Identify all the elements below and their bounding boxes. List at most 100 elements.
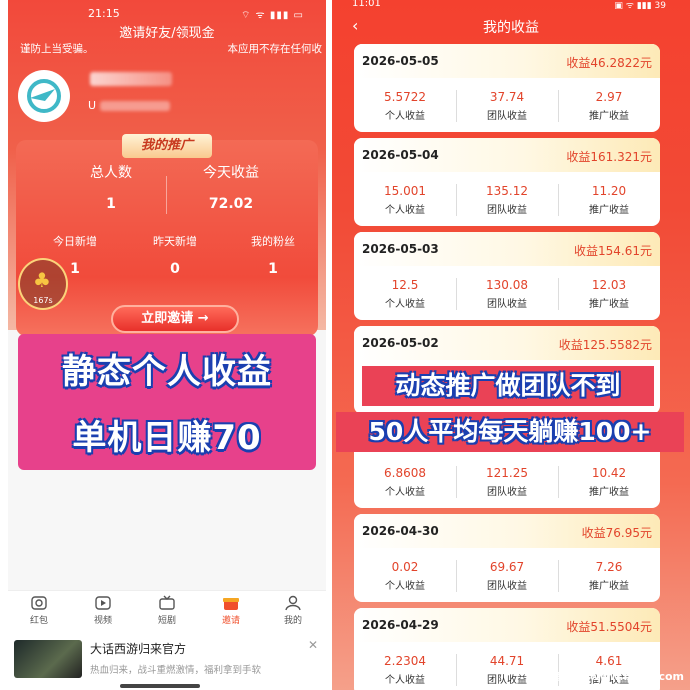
reward-countdown: 167s — [33, 296, 53, 305]
earnings-page-phone: 11:01 ▣ ᯤ ▮▮▮ 39 ‹ 我的收益 2026-05-05 收益46.… — [332, 0, 690, 690]
tab-label: 短剧 — [157, 616, 176, 626]
invite-page-phone: 21:15 ⌔ ᯤ ▮▮▮ ▭ 邀请好友/领现金 谨防上当受骗。 本应用不存在任… — [8, 0, 326, 690]
cell-label: 推广收益 — [589, 299, 629, 310]
cell-label: 推广收益 — [589, 111, 629, 122]
uid-blurred — [100, 101, 170, 111]
personal-income: 5.5722 个人收益 — [354, 90, 456, 122]
gift-icon — [223, 598, 239, 610]
cell-value: 4.61 — [595, 654, 623, 668]
promotion-card: 我的推广 总人数 1 今天收益 72.02 今日新增 1 昨天新增 0 我的粉丝… — [16, 134, 318, 336]
stat-value: 1 — [268, 261, 278, 277]
cell-label: 个人收益 — [385, 581, 425, 592]
card-date: 2026-05-05 — [362, 54, 439, 68]
cell-value: 130.08 — [486, 278, 528, 292]
cell-value: 11.20 — [591, 184, 627, 198]
avatar[interactable] — [18, 70, 70, 122]
stat-value: 0 — [170, 261, 180, 277]
tree-icon: ♣ — [33, 268, 51, 292]
promo-income: 7.26 推广收益 — [558, 560, 660, 592]
cell-label: 团队收益 — [487, 111, 527, 122]
status-icons: ⌔ ᯤ ▮▮▮ ▭ — [240, 10, 304, 21]
personal-income: 6.8608 个人收益 — [354, 466, 456, 498]
page-title: 我的收益 — [483, 20, 539, 36]
cell-label: 个人收益 — [385, 299, 425, 310]
uid-prefix: U — [88, 99, 97, 112]
card-date: 2026-05-03 — [362, 242, 439, 256]
earnings-card[interactable]: 2026-05-03 收益154.61元 12.5 个人收益 130.08 团队收益… — [354, 232, 660, 320]
tab-video[interactable]: 视频 — [78, 595, 128, 626]
cell-value: 69.67 — [489, 560, 525, 574]
earnings-card[interactable]: 2026-05-04 收益161.321元 15.001 个人收益 135.12 团… — [354, 138, 660, 226]
ad-banner[interactable]: 大话西游归来官方 热血归来，战斗重燃激情，福利拿到手软 ✕ — [8, 630, 326, 690]
notice-text-left: 谨防上当受骗。 — [20, 43, 94, 55]
cell-value: 12.5 — [391, 278, 419, 292]
stat-label: 总人数 — [90, 165, 132, 181]
stat-label: 今日新增 — [53, 235, 97, 248]
personal-income: 12.5 个人收益 — [354, 278, 456, 310]
site-watermark: 586首码网 www.b586.com — [529, 670, 684, 683]
username-blurred — [90, 72, 172, 86]
status-icons: ▣ ᯤ ▮▮▮ 39 — [614, 1, 666, 11]
tab-invite[interactable]: 邀请 — [206, 595, 256, 626]
team-income: 130.08 团队收益 — [456, 278, 558, 310]
notice-text-right: 本应用不存在任何收 — [227, 43, 323, 55]
floating-reward-widget[interactable]: ♣ 167s — [18, 258, 68, 310]
cell-value: 12.03 — [591, 278, 627, 292]
tab-label: 邀请 — [221, 616, 240, 626]
team-income: 69.67 团队收益 — [456, 560, 558, 592]
stat-label: 今天收益 — [203, 165, 259, 181]
cell-label: 个人收益 — [385, 487, 425, 498]
cell-value: 121.25 — [486, 466, 528, 480]
card-total: 收益51.5504元 — [566, 620, 652, 634]
promo-income: 10.42 推广收益 — [558, 466, 660, 498]
card-date: 2026-05-04 — [362, 148, 439, 162]
close-icon[interactable]: ✕ — [308, 638, 318, 652]
status-bar: 21:15 ⌔ ᯤ ▮▮▮ ▭ — [8, 6, 326, 22]
card-total: 收益161.321元 — [566, 150, 652, 164]
banner-line: 静态个人收益 — [62, 352, 272, 392]
cell-value: 5.5722 — [384, 90, 426, 104]
stat-today-income: 今天收益 72.02 — [171, 162, 291, 212]
personal-income: 2.2304 个人收益 — [354, 654, 456, 686]
status-bar: 11:01 ▣ ᯤ ▮▮▮ 39 — [332, 0, 690, 12]
cell-value: 7.26 — [595, 560, 623, 574]
stat-total-people: 总人数 1 — [56, 162, 166, 212]
cell-label: 团队收益 — [487, 205, 527, 216]
cell-value: 0.02 — [391, 560, 419, 574]
tab-red-packet[interactable]: 红包 — [14, 595, 64, 626]
cell-label: 个人收益 — [385, 111, 425, 122]
card-total: 收益125.5582元 — [558, 338, 652, 352]
cell-value: 6.8608 — [384, 466, 426, 480]
cell-value: 2.97 — [595, 90, 623, 104]
promo-income: 12.03 推广收益 — [558, 278, 660, 310]
team-income: 37.74 团队收益 — [456, 90, 558, 122]
cell-label: 团队收益 — [487, 581, 527, 592]
tab-label: 我的 — [283, 616, 302, 626]
banner-line: 单机日赚70 — [72, 418, 262, 458]
earnings-card[interactable]: 2026-05-05 收益46.2822元 5.5722 个人收益 37.74 团队… — [354, 44, 660, 132]
stat-label: 我的粉丝 — [251, 235, 295, 248]
play-icon — [95, 596, 111, 610]
invite-now-button[interactable]: 立即邀请 → — [111, 305, 239, 333]
cell-value: 2.2304 — [384, 654, 426, 668]
stat-yesterday-new: 昨天新增 0 — [130, 233, 220, 277]
personal-income: 15.001 个人收益 — [354, 184, 456, 216]
tv-icon — [159, 595, 175, 610]
bottom-tab-bar: 红包 视频 短剧 邀请 我的 — [8, 590, 326, 630]
cell-value: 135.12 — [486, 184, 528, 198]
card-date: 2026-04-29 — [362, 618, 439, 632]
personal-income: 0.02 个人收益 — [354, 560, 456, 592]
stat-value: 72.02 — [208, 196, 254, 212]
team-income: 121.25 团队收益 — [456, 466, 558, 498]
status-time: 11:01 — [352, 0, 381, 9]
banner-line: 50人平均每天躺赚100+ — [336, 412, 684, 452]
stat-fans: 我的粉丝 1 — [228, 233, 318, 277]
cell-label: 推广收益 — [589, 487, 629, 498]
cell-label: 推广收益 — [589, 581, 629, 592]
banner-line: 动态推广做团队不到 — [362, 366, 654, 406]
tab-mine[interactable]: 我的 — [268, 595, 318, 626]
tab-short-drama[interactable]: 短剧 — [142, 595, 192, 626]
card-total: 收益154.61元 — [574, 244, 652, 258]
earnings-card[interactable]: 2026-04-30 收益76.95元 0.02 个人收益 69.67 团队收益 7… — [354, 514, 660, 602]
card-date: 2026-05-02 — [362, 336, 439, 350]
